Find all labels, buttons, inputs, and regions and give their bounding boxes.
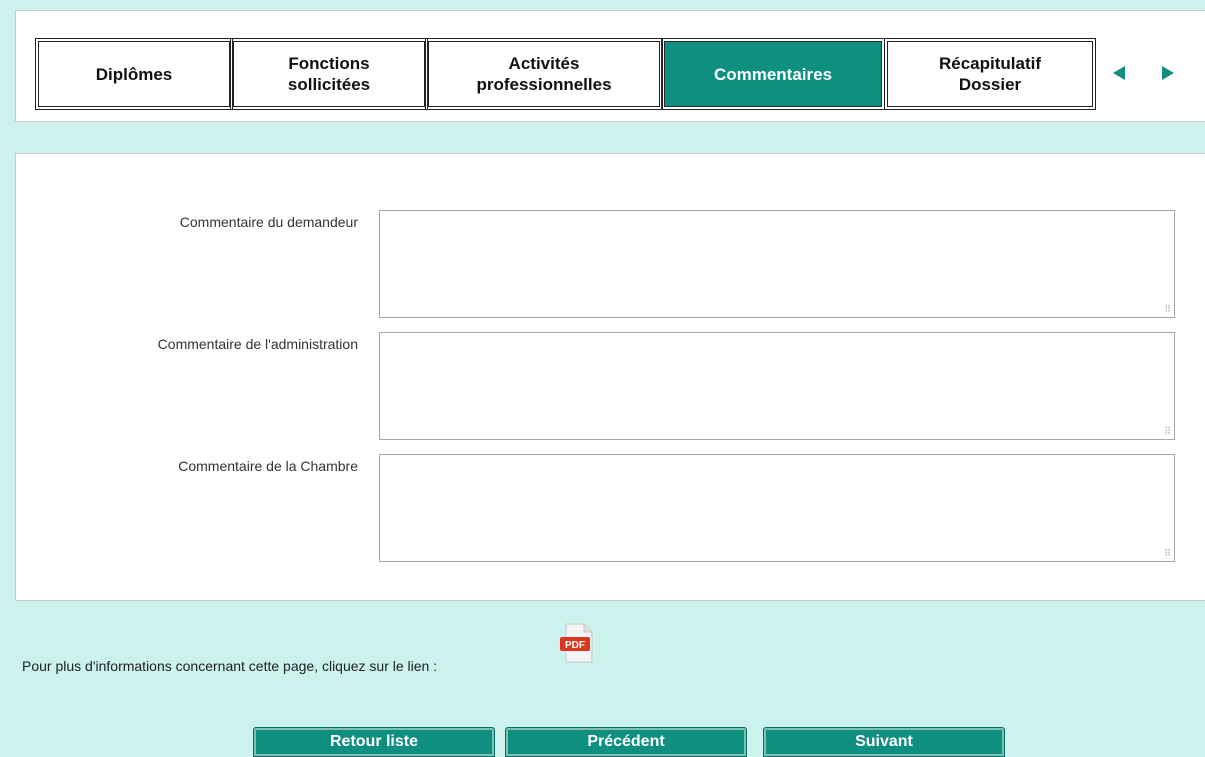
- triangle-right-icon[interactable]: [1162, 66, 1174, 80]
- triangle-left-icon[interactable]: [1113, 66, 1125, 80]
- label-commentaire-demandeur: Commentaire du demandeur: [179, 214, 358, 230]
- label-commentaire-chambre: Commentaire de la Chambre: [178, 458, 358, 474]
- resize-grip-icon[interactable]: ⠿: [1161, 304, 1171, 314]
- tab-recapitulatif-dossier[interactable]: Récapitulatif Dossier: [884, 38, 1096, 110]
- info-text: Pour plus d'informations concernant cett…: [22, 658, 438, 674]
- resize-grip-icon[interactable]: ⠿: [1161, 426, 1171, 436]
- tabs-panel: Diplômes Fonctions sollicitées Activités…: [15, 10, 1205, 122]
- resize-grip-icon[interactable]: ⠿: [1161, 548, 1171, 558]
- comments-form: Commentaire du demandeur ⠿ Commentaire d…: [15, 153, 1205, 601]
- tab-diplomes[interactable]: Diplômes: [35, 38, 233, 110]
- svg-text:PDF: PDF: [565, 640, 585, 651]
- label-commentaire-administration: Commentaire de l'administration: [157, 336, 358, 352]
- commentaire-administration-textarea[interactable]: [379, 332, 1175, 440]
- commentaire-demandeur-textarea[interactable]: [379, 210, 1175, 318]
- pdf-icon[interactable]: PDF: [558, 622, 598, 666]
- tab-fonctions-sollicitees[interactable]: Fonctions sollicitées: [230, 38, 428, 110]
- tab-activites-professionnelles[interactable]: Activités professionnelles: [425, 38, 663, 110]
- tab-commentaires[interactable]: Commentaires: [661, 38, 885, 110]
- commentaire-chambre-textarea[interactable]: [379, 454, 1175, 562]
